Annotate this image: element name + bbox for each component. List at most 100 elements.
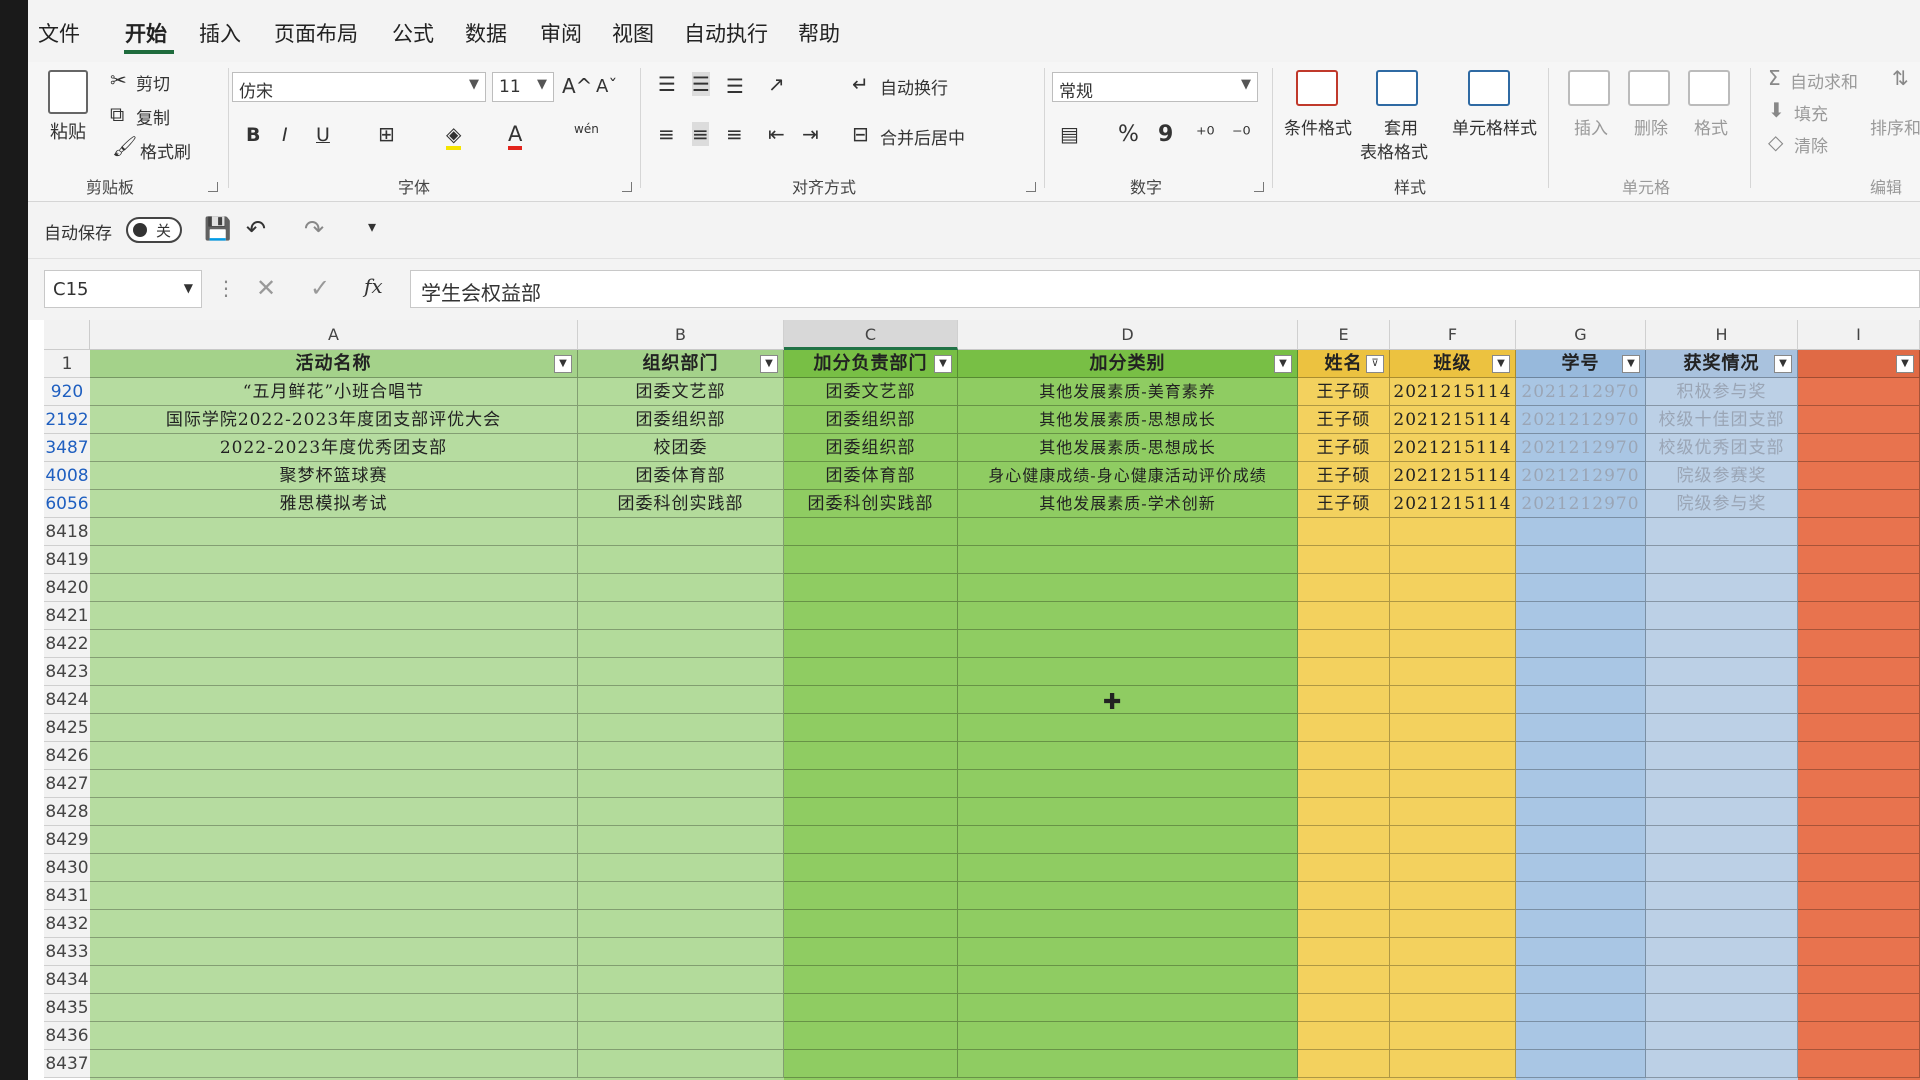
decrease-decimal-icon[interactable]: ⁻⁰ [1232,122,1251,146]
fill-button[interactable]: 填充 [1794,100,1828,125]
row-number[interactable]: 8435 [44,994,90,1022]
cell-activity[interactable] [90,714,578,742]
header-cell-responsible-dept[interactable]: 加分负责部门 [784,350,958,378]
cell-category[interactable] [958,910,1298,938]
cell-award[interactable] [1646,714,1798,742]
column-header-g[interactable]: G [1516,320,1646,350]
cell-student-id[interactable] [1516,854,1646,882]
row-number[interactable]: 8426 [44,742,90,770]
row-number[interactable]: 8431 [44,882,90,910]
cell-activity[interactable] [90,686,578,714]
cell-responsible-dept[interactable] [784,602,958,630]
cell-name[interactable] [1298,994,1390,1022]
cell-responsible-dept[interactable] [784,714,958,742]
row-number[interactable]: 8436 [44,1022,90,1050]
autosave-toggle[interactable]: 关 [126,217,182,243]
cell-department[interactable] [578,882,784,910]
cell-activity[interactable] [90,630,578,658]
cell-student-id[interactable]: 2021212970 [1516,462,1646,490]
cell-responsible-dept[interactable] [784,546,958,574]
cell-col-i[interactable] [1798,602,1920,630]
cell-award[interactable] [1646,798,1798,826]
cell-responsible-dept[interactable] [784,826,958,854]
cell-class[interactable] [1390,938,1516,966]
cell-category[interactable]: 其他发展素质-思想成长 [958,406,1298,434]
cell-student-id[interactable] [1516,966,1646,994]
cell-col-i[interactable] [1798,1050,1920,1078]
cell-class[interactable] [1390,686,1516,714]
cell-col-i[interactable] [1798,378,1920,406]
cell-name[interactable] [1298,518,1390,546]
cell-col-i[interactable] [1798,938,1920,966]
undo-icon[interactable]: ↶ [246,215,266,243]
name-box[interactable]: C15 ▼ [44,270,202,308]
filter-dropdown-icon[interactable]: ▼ [554,355,572,373]
shrink-font-button[interactable]: Aˇ [596,76,617,97]
cell-department[interactable] [578,966,784,994]
cell-category[interactable]: 其他发展素质-思想成长 [958,434,1298,462]
cell-class[interactable] [1390,798,1516,826]
cell-activity[interactable] [90,742,578,770]
column-header-a[interactable]: A [90,320,578,350]
cell-class[interactable] [1390,826,1516,854]
cell-responsible-dept[interactable] [784,1022,958,1050]
cell-activity[interactable] [90,546,578,574]
cell-responsible-dept[interactable] [784,882,958,910]
cell-activity[interactable]: 雅思模拟考试 [90,490,578,518]
cell-activity[interactable] [90,994,578,1022]
cell-award[interactable] [1646,1022,1798,1050]
cell-department[interactable] [578,854,784,882]
number-format-select[interactable]: 常规 ▼ [1052,72,1258,102]
cell-name[interactable] [1298,798,1390,826]
cell-category[interactable] [958,574,1298,602]
cell-name[interactable] [1298,770,1390,798]
cell-col-i[interactable] [1798,462,1920,490]
filter-dropdown-icon[interactable]: ▼ [1492,355,1510,373]
insert-cells-button[interactable]: 插入 [1574,114,1608,139]
cell-activity[interactable] [90,966,578,994]
cell-activity[interactable] [90,770,578,798]
row-number[interactable]: 8425 [44,714,90,742]
header-cell-department[interactable]: 组织部门 [578,350,784,378]
cell-category[interactable] [958,826,1298,854]
alignment-launcher-icon[interactable] [1026,182,1036,192]
menu-file[interactable]: 文件 [38,18,80,48]
cell-award[interactable]: 积极参与奖 [1646,378,1798,406]
cell-col-i[interactable] [1798,434,1920,462]
grow-font-button[interactable]: A^ [562,74,592,98]
font-color-button[interactable]: A [508,122,523,150]
increase-decimal-icon[interactable]: ⁺⁰ [1196,122,1215,146]
cell-class[interactable]: 2021215114 [1390,490,1516,518]
cell-name[interactable] [1298,854,1390,882]
cell-class[interactable] [1390,714,1516,742]
fill-down-icon[interactable]: ⬇ [1768,98,1785,122]
cell-name[interactable] [1298,966,1390,994]
cell-responsible-dept[interactable] [784,658,958,686]
cell-award[interactable] [1646,826,1798,854]
align-top-icon[interactable]: ☰ [658,72,676,96]
cell-name[interactable] [1298,742,1390,770]
row-number[interactable]: 920 [44,378,90,406]
cell-department[interactable]: 团委体育部 [578,462,784,490]
cell-student-id[interactable]: 2021212970 [1516,406,1646,434]
cell-col-i[interactable] [1798,546,1920,574]
cell-col-i[interactable] [1798,406,1920,434]
cell-responsible-dept[interactable] [784,1050,958,1078]
row-number[interactable]: 2192 [44,406,90,434]
menu-review[interactable]: 审阅 [540,18,582,48]
cell-class[interactable] [1390,1050,1516,1078]
column-header-c[interactable]: C [784,320,958,350]
menu-page-layout[interactable]: 页面布局 [274,18,358,48]
cell-department[interactable]: 团委文艺部 [578,378,784,406]
cell-col-i[interactable] [1798,798,1920,826]
cell-student-id[interactable] [1516,686,1646,714]
cell-class[interactable]: 2021215114 [1390,378,1516,406]
cell-department[interactable]: 团委组织部 [578,406,784,434]
cell-activity[interactable] [90,602,578,630]
delete-cells-button[interactable]: 删除 [1634,114,1668,139]
cell-award[interactable]: 校级优秀团支部 [1646,434,1798,462]
cell-award[interactable] [1646,742,1798,770]
cell-col-i[interactable] [1798,1022,1920,1050]
cell-class[interactable] [1390,854,1516,882]
cell-department[interactable]: 校团委 [578,434,784,462]
